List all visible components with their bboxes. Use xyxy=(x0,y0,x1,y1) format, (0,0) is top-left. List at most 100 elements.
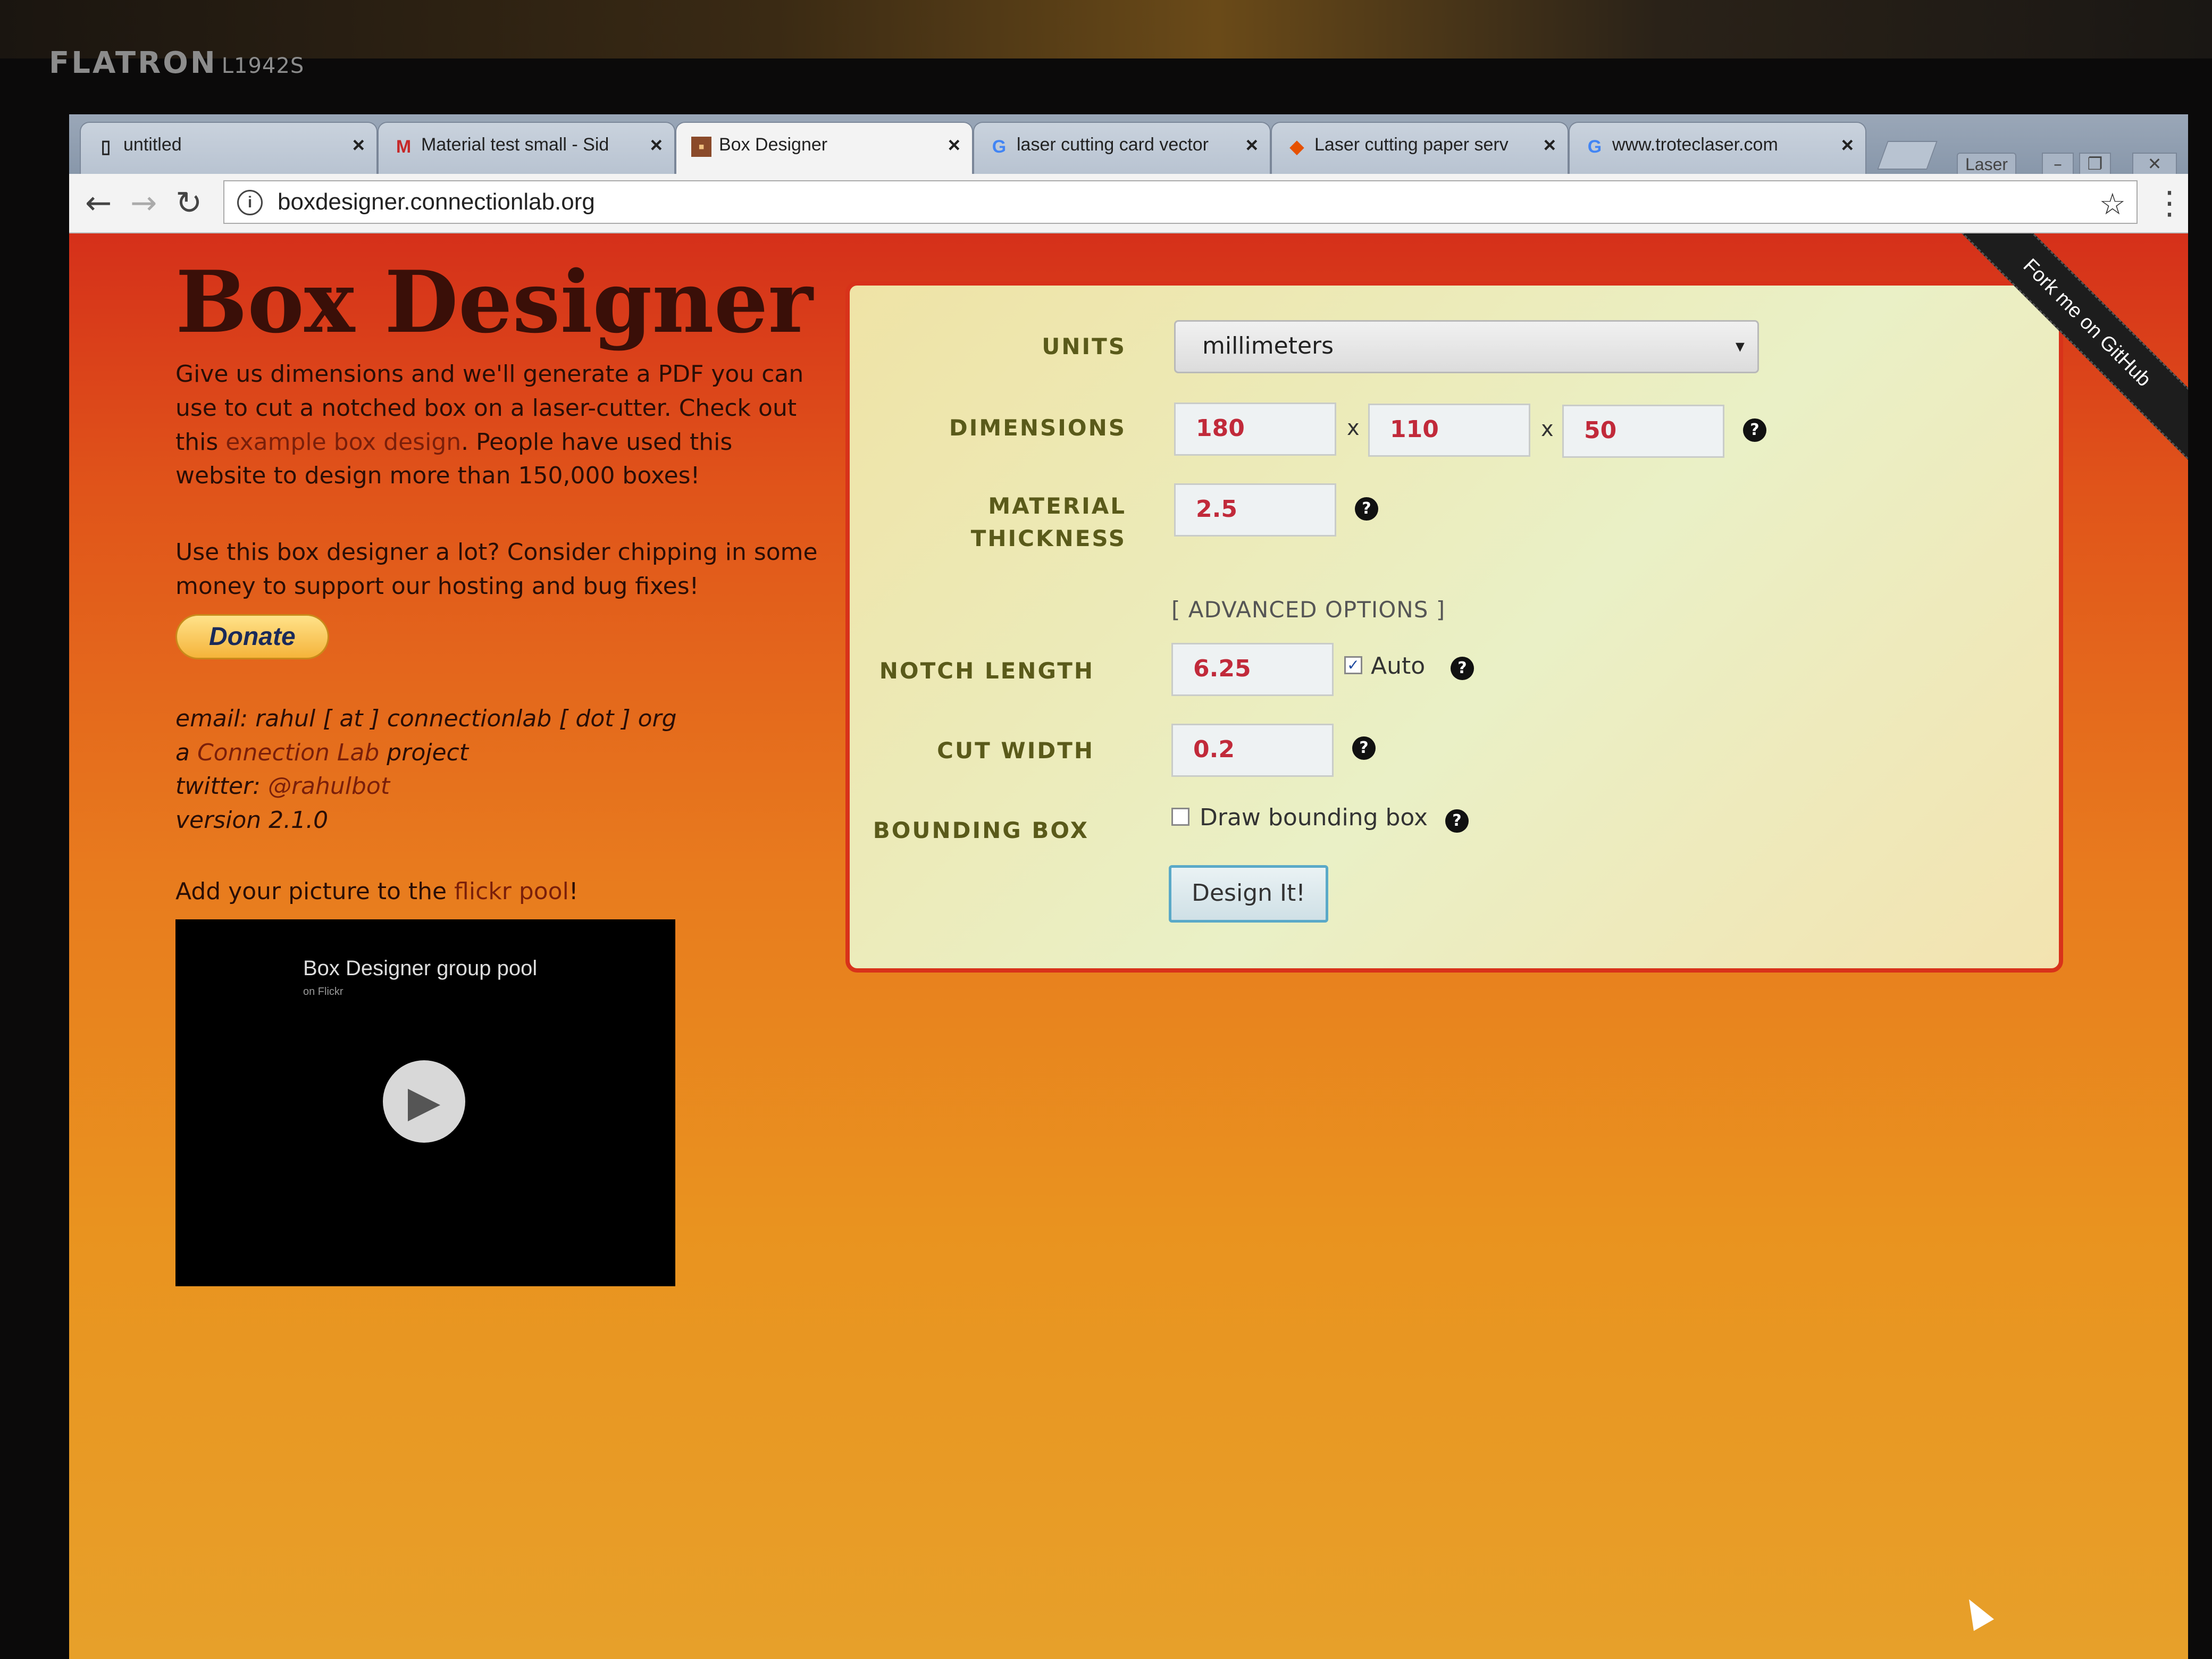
units-selected-value: millimeters xyxy=(1202,332,1334,359)
twitter-line: twitter: @rahulbot xyxy=(175,769,824,803)
notch-length-input[interactable]: 6.25 xyxy=(1171,643,1334,696)
profile-button[interactable]: Laser xyxy=(1957,153,2017,177)
browser-window: ▯ untitled × M Material test small - Sid… xyxy=(69,114,2188,1659)
bounding-box-label: BOUNDING BOX xyxy=(873,817,1089,843)
close-icon[interactable]: × xyxy=(650,133,663,157)
close-icon[interactable]: × xyxy=(1246,133,1258,157)
donate-text: Use this box designer a lot? Consider ch… xyxy=(175,539,818,600)
help-icon[interactable]: ? xyxy=(1355,497,1378,521)
tab-material-test[interactable]: M Material test small - Sid × xyxy=(378,122,675,174)
bounding-box-checkbox-label: Draw bounding box xyxy=(1200,804,1428,831)
help-icon[interactable]: ? xyxy=(1352,736,1376,760)
twitter-prefix: twitter: xyxy=(175,773,268,800)
forward-arrow-icon[interactable]: → xyxy=(130,185,157,222)
tab-label: www.troteclaser.com xyxy=(1612,135,1778,155)
menu-icon[interactable]: ⋮ xyxy=(2154,185,2185,222)
donate-button[interactable]: Donate xyxy=(175,614,329,659)
flickr-widget-title: Box Designer group pool xyxy=(303,956,538,980)
thickness-label: MATERIAL THICKNESS xyxy=(850,490,1126,555)
flickr-widget-subtitle: on Flickr xyxy=(303,985,343,998)
intro-text: Give us dimensions and we'll generate a … xyxy=(175,357,824,493)
notch-length-label: NOTCH LENGTH xyxy=(879,658,1094,684)
design-it-button[interactable]: Design It! xyxy=(1169,865,1328,923)
height-input[interactable]: 110 xyxy=(1368,404,1530,457)
google-icon: G xyxy=(1587,137,1602,157)
thickness-label-line2: THICKNESS xyxy=(970,525,1126,551)
address-bar[interactable]: i boxdesigner.connectionlab.org ☆ xyxy=(223,180,2138,224)
background-wall xyxy=(0,0,2212,58)
close-icon[interactable]: × xyxy=(1841,133,1854,157)
play-icon[interactable]: ▶ xyxy=(383,1060,465,1143)
tab-laser-cutting-paper[interactable]: ◆ Laser cutting paper serv × xyxy=(1271,122,1569,174)
dimensions-label: DIMENSIONS xyxy=(949,415,1126,441)
mouse-cursor xyxy=(1958,1593,1995,1631)
cut-width-label: CUT WIDTH xyxy=(937,738,1094,764)
bookmark-star-icon[interactable]: ☆ xyxy=(2099,187,2126,222)
flickr-line: Add your picture to the flickr pool! xyxy=(175,875,824,909)
monitor-brand: FLATRON L1942S xyxy=(49,46,304,80)
box-form-panel: UNITS millimeters ▾ DIMENSIONS 180 x 110… xyxy=(845,281,2063,973)
tab-untitled[interactable]: ▯ untitled × xyxy=(80,122,378,174)
units-label: UNITS xyxy=(1042,333,1126,359)
close-icon[interactable]: × xyxy=(353,133,365,157)
auto-checkbox[interactable]: ✓ xyxy=(1344,656,1362,674)
tab-label: Material test small - Sid xyxy=(421,135,609,155)
tab-label: laser cutting card vector xyxy=(1017,135,1209,155)
depth-input[interactable]: 50 xyxy=(1562,405,1724,458)
gmail-icon: M xyxy=(396,137,412,157)
project-line: a Connection Lab project xyxy=(175,736,824,770)
auto-label: Auto xyxy=(1371,652,1426,680)
monitor-model: L1942S xyxy=(221,54,305,78)
restore-icon[interactable]: ❐ xyxy=(2079,153,2111,176)
thickness-input[interactable]: 2.5 xyxy=(1174,483,1336,537)
google-icon: G xyxy=(992,137,1007,157)
close-icon[interactable]: × xyxy=(1544,133,1556,157)
help-icon[interactable]: ? xyxy=(1743,418,1766,442)
flickr-suffix: ! xyxy=(568,877,579,905)
site-icon: ▪ xyxy=(691,137,711,157)
document-icon: ▯ xyxy=(100,137,111,157)
dimension-separator: x xyxy=(1347,416,1360,440)
back-arrow-icon[interactable]: ← xyxy=(85,185,112,222)
flickr-prefix: Add your picture to the xyxy=(175,877,455,905)
page-content: Box Designer Give us dimensions and we'l… xyxy=(69,233,2188,1659)
left-column: Box Designer Give us dimensions and we'l… xyxy=(175,257,824,1286)
tab-label: Box Designer xyxy=(719,135,828,155)
tab-box-designer[interactable]: ▪ Box Designer × xyxy=(675,122,973,174)
project-prefix: a xyxy=(175,739,197,766)
new-tab-button[interactable] xyxy=(1877,141,1938,170)
page-title: Box Designer xyxy=(175,252,813,352)
version-text: version 2.1.0 xyxy=(175,807,329,834)
site-icon: ◆ xyxy=(1289,137,1304,157)
project-suffix: project xyxy=(379,739,468,766)
help-icon[interactable]: ? xyxy=(1451,657,1474,680)
bounding-box-checkbox[interactable] xyxy=(1171,808,1189,826)
flickr-slideshow[interactable]: Box Designer group pool on Flickr ▶ xyxy=(175,919,675,1286)
twitter-link[interactable]: @rahulbot xyxy=(268,773,390,800)
contact-info: email: rahul [ at ] connectionlab [ dot … xyxy=(175,702,824,837)
close-icon[interactable]: × xyxy=(948,133,960,157)
tab-strip: ▯ untitled × M Material test small - Sid… xyxy=(69,114,2188,177)
tab-laser-cutting-card[interactable]: G laser cutting card vector × xyxy=(973,122,1271,174)
help-icon[interactable]: ? xyxy=(1445,809,1469,833)
reload-icon[interactable]: ↻ xyxy=(175,185,202,222)
advanced-options-toggle[interactable]: [ ADVANCED OPTIONS ] xyxy=(1171,597,1445,623)
dimension-separator: x xyxy=(1541,417,1554,441)
thickness-label-line1: MATERIAL xyxy=(988,493,1126,519)
info-icon[interactable]: i xyxy=(237,190,263,215)
email-text: email: rahul [ at ] connectionlab [ dot … xyxy=(175,705,677,732)
url-text: boxdesigner.connectionlab.org xyxy=(278,189,595,215)
cut-width-input[interactable]: 0.2 xyxy=(1171,724,1334,777)
width-input[interactable]: 180 xyxy=(1174,403,1336,456)
connection-lab-link[interactable]: Connection Lab xyxy=(197,739,379,766)
units-select[interactable]: millimeters ▾ xyxy=(1174,320,1759,373)
example-design-link[interactable]: example box design xyxy=(225,429,461,456)
monitor-brand-name: FLATRON xyxy=(49,46,217,80)
chevron-down-icon: ▾ xyxy=(1735,336,1745,357)
window-close-icon[interactable]: ✕ xyxy=(2132,153,2177,176)
flickr-pool-link[interactable]: flickr pool xyxy=(454,878,569,905)
tab-label: untitled xyxy=(123,135,182,155)
browser-toolbar: ← → ↻ i boxdesigner.connectionlab.org ☆ … xyxy=(69,174,2188,233)
tab-trotec[interactable]: G www.troteclaser.com × xyxy=(1569,122,1866,174)
minimize-icon[interactable]: – xyxy=(2042,153,2074,176)
